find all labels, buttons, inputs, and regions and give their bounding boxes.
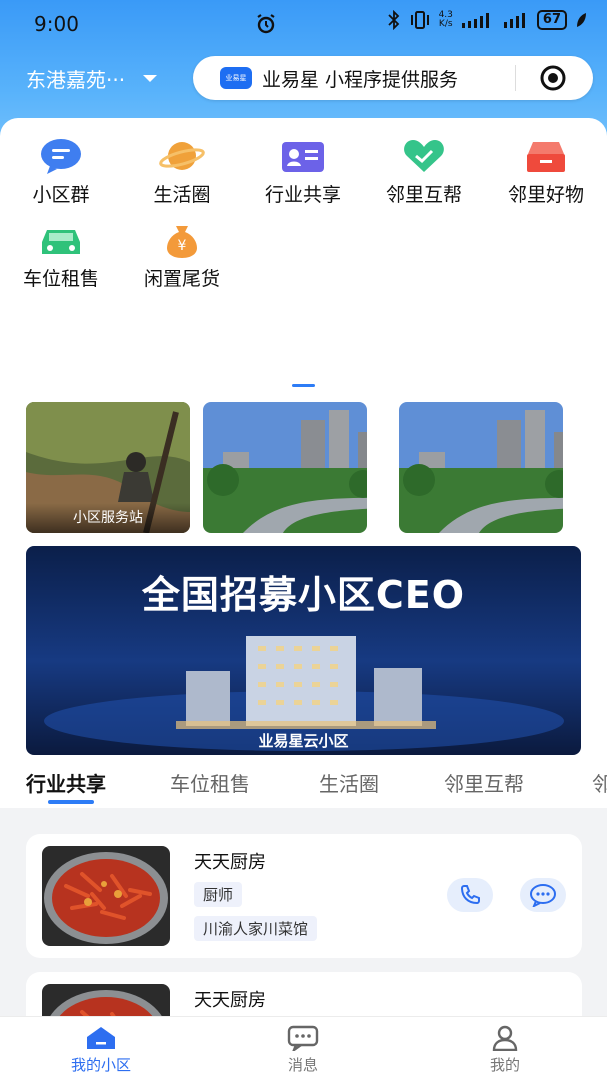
- signal-icon-2: [503, 13, 525, 28]
- phone-icon: [460, 885, 480, 905]
- community-photo[interactable]: [203, 402, 367, 533]
- listing-title: 天天厨房: [194, 990, 266, 1011]
- svg-text:¥: ¥: [178, 238, 187, 254]
- category-tabs: 行业共享 车位租售 生活圈 邻里互帮 邻: [0, 764, 607, 808]
- tab-life-circle[interactable]: 生活圈: [319, 768, 379, 797]
- community-photo[interactable]: [399, 402, 563, 533]
- banner-subtitle: 业易星云小区: [258, 732, 349, 750]
- message-icon: [287, 1025, 319, 1051]
- menu-item-industry-share[interactable]: 行业共享: [248, 136, 358, 207]
- community-garden-photo: [203, 402, 367, 533]
- leaf-icon: [577, 13, 586, 27]
- bottom-nav: 我的小区 消息 我的: [0, 1016, 607, 1080]
- community-name: 东港嘉苑···: [26, 68, 126, 92]
- menu-label: 生活圈: [153, 184, 211, 206]
- nav-messages[interactable]: 消息: [243, 1025, 363, 1075]
- bluetooth-icon: [387, 10, 399, 30]
- nav-label: 我的小区: [70, 1056, 131, 1074]
- chili-dish-photo: [42, 846, 170, 946]
- menu-item-neighbor-goods[interactable]: 邻里好物: [491, 136, 601, 207]
- tab-neighbor-help[interactable]: 邻里互帮: [444, 768, 524, 797]
- app-logo: 业易星: [220, 67, 252, 89]
- id-card-icon: [282, 142, 324, 172]
- chat-button[interactable]: [520, 878, 566, 912]
- call-button[interactable]: [447, 878, 493, 912]
- chat-icon: [530, 884, 556, 907]
- page-indicator: [292, 384, 315, 387]
- vibrate-icon: [410, 11, 429, 29]
- dish-thumbnail: [42, 846, 170, 946]
- tab-neighbor-more[interactable]: 邻: [592, 768, 607, 797]
- status-bar: 9:00 4.3 K/s 67: [0, 0, 607, 48]
- status-time: 9:00: [34, 12, 79, 36]
- chat-bubble-icon: [41, 139, 81, 174]
- target-icon[interactable]: [539, 64, 567, 92]
- menu-label: 车位租售: [22, 268, 99, 290]
- home-icon: [87, 1027, 115, 1049]
- community-garden-photo: [399, 402, 563, 533]
- heart-hand-icon: [404, 140, 444, 172]
- role-tag: 厨师: [194, 882, 243, 907]
- person-icon: [492, 1025, 518, 1051]
- menu-label: 闲置尾货: [143, 268, 220, 290]
- mini-program-capsule[interactable]: 业易星 业易星 小程序提供服务: [193, 56, 593, 100]
- tab-industry-share[interactable]: 行业共享: [26, 768, 106, 797]
- menu-item-idle-goods[interactable]: ¥ 闲置尾货: [127, 222, 237, 291]
- net-speed: 4.3 K/s: [438, 10, 453, 29]
- caret-down-icon: [143, 75, 158, 82]
- banner-title: 全国招募小区CEO: [141, 573, 466, 617]
- service-station-card[interactable]: 小区服务站: [26, 402, 190, 533]
- planet-icon: [159, 142, 205, 170]
- nav-profile[interactable]: 我的: [445, 1025, 565, 1075]
- nav-my-community[interactable]: 我的小区: [41, 1025, 161, 1075]
- money-bag-icon: ¥: [167, 226, 197, 258]
- community-selector[interactable]: 东港嘉苑···: [26, 64, 158, 93]
- listing-title: 天天厨房: [194, 852, 266, 873]
- menu-item-community-group[interactable]: 小区群: [6, 136, 116, 207]
- box-icon: [527, 142, 565, 172]
- capsule-text: 业易星 小程序提供服务: [262, 68, 459, 91]
- nav-label: 我的: [489, 1056, 520, 1074]
- capsule-divider: [515, 65, 516, 91]
- battery-indicator: 67: [536, 10, 567, 30]
- photo-caption: 小区服务站: [26, 503, 190, 533]
- car-icon: [42, 230, 80, 254]
- menu-item-life-circle[interactable]: 生活圈: [127, 136, 237, 207]
- shop-tag: 川渝人家川菜馆: [194, 916, 318, 941]
- alarm-icon: [257, 14, 275, 34]
- listing-card[interactable]: 天天厨房 厨师 川渝人家川菜馆: [26, 834, 582, 958]
- ceo-recruit-banner[interactable]: 全国招募小区CEO 业易星云小区: [26, 546, 581, 755]
- menu-label: 小区群: [32, 184, 90, 206]
- tab-underline: [48, 800, 94, 804]
- menu-item-parking[interactable]: 车位租售: [6, 222, 116, 291]
- menu-label: 行业共享: [264, 184, 341, 206]
- menu-item-neighbor-help[interactable]: 邻里互帮: [369, 136, 479, 207]
- nav-label: 消息: [287, 1056, 318, 1074]
- status-icons: 4.3 K/s 67: [387, 10, 587, 30]
- tab-parking[interactable]: 车位租售: [170, 768, 250, 797]
- signal-icon: [461, 13, 489, 28]
- menu-label: 邻里好物: [507, 184, 584, 206]
- menu-label: 邻里互帮: [385, 184, 462, 206]
